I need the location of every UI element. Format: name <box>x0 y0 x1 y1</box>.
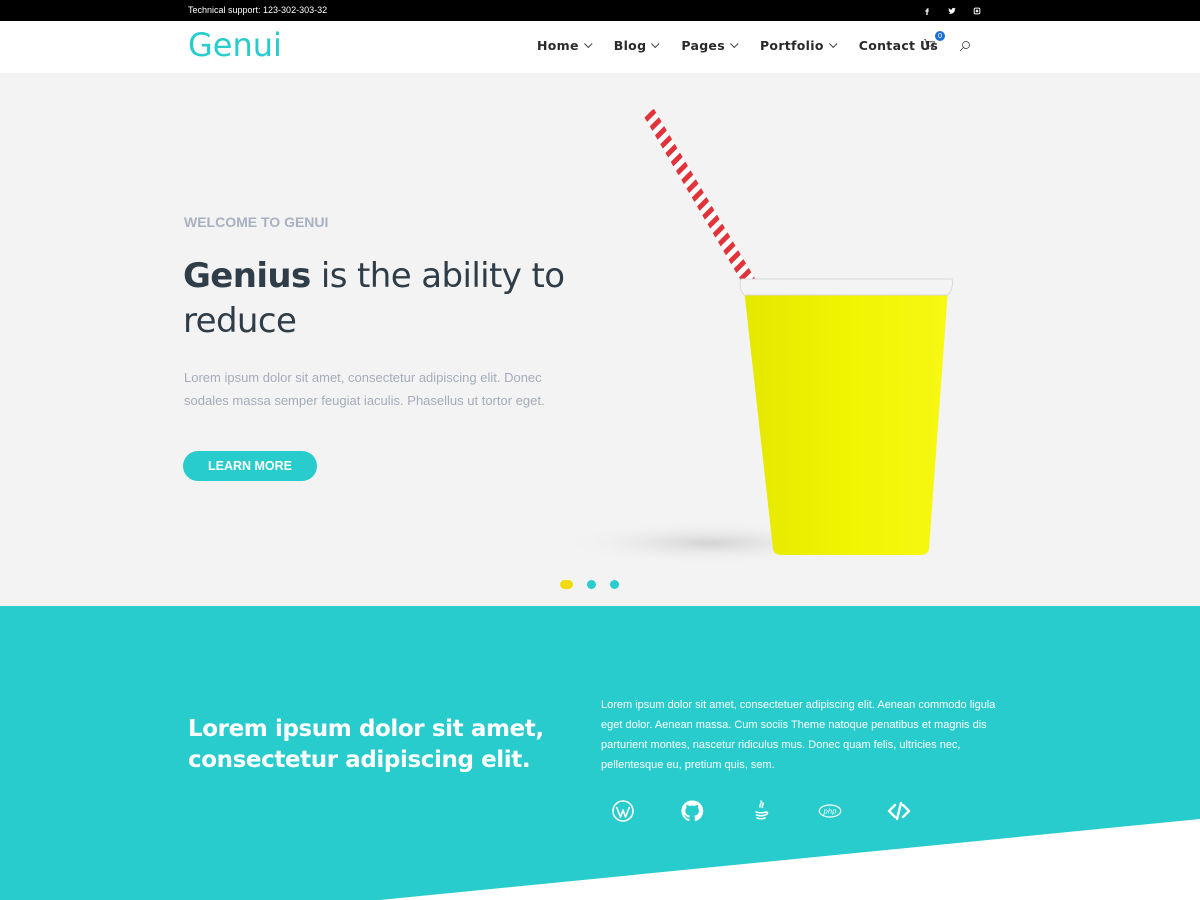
main-nav: Home Blog Pages Portfolio Contact Us <box>537 38 938 53</box>
hero-lead-text: Lorem ipsum dolor sit amet, consectetur … <box>184 370 545 408</box>
instagram-icon[interactable] <box>970 4 984 18</box>
site-logo[interactable]: Genui <box>188 26 282 64</box>
top-bar: Technical support: 123-302-303-32 <box>0 0 1200 21</box>
nav-item-label: Blog <box>613 38 647 53</box>
support-text: Technical support: 123-302-303-32 <box>188 5 328 15</box>
hero-headline: Genius is the ability to reduce <box>183 254 603 344</box>
hero-slider: WELCOME TO GENUI Genius is the ability t… <box>0 73 1200 606</box>
slider-dot-3[interactable] <box>610 580 619 589</box>
nav-item-label: Pages <box>681 38 725 53</box>
chevron-down-icon <box>651 39 660 48</box>
facebook-icon[interactable] <box>920 4 934 18</box>
slider-dots <box>560 580 633 589</box>
slider-dot-2[interactable] <box>587 580 596 589</box>
nav-item-pages[interactable]: Pages <box>681 38 739 53</box>
nav-item-label: Home <box>537 38 579 53</box>
hero-eyebrow: WELCOME TO GENUI <box>184 214 329 230</box>
chevron-down-icon <box>828 39 838 48</box>
cart-count-badge: 0 <box>935 31 945 41</box>
nav-item-portfolio[interactable]: Portfolio <box>759 38 838 53</box>
cart-icon[interactable] <box>923 38 939 54</box>
chevron-down-icon <box>583 39 593 48</box>
nav-item-label: Portfolio <box>759 38 824 53</box>
site-header: Genui Home Blog Pages Portfolio Contact … <box>0 21 1200 73</box>
nav-item-blog[interactable]: Blog <box>614 38 660 53</box>
search-icon[interactable] <box>959 39 973 53</box>
section-divider-wedge <box>380 819 1200 900</box>
feature-section: Lorem ipsum dolor sit amet, consectetur … <box>0 606 1200 900</box>
yellow-cup-image <box>560 109 953 565</box>
learn-more-button[interactable]: LEARN MORE <box>183 451 317 481</box>
slider-dot-1[interactable] <box>560 580 573 589</box>
twitter-icon[interactable] <box>945 4 959 18</box>
nav-item-home[interactable]: Home <box>537 38 593 53</box>
hero-headline-strong: Genius <box>183 256 311 296</box>
chevron-down-icon <box>730 39 739 48</box>
